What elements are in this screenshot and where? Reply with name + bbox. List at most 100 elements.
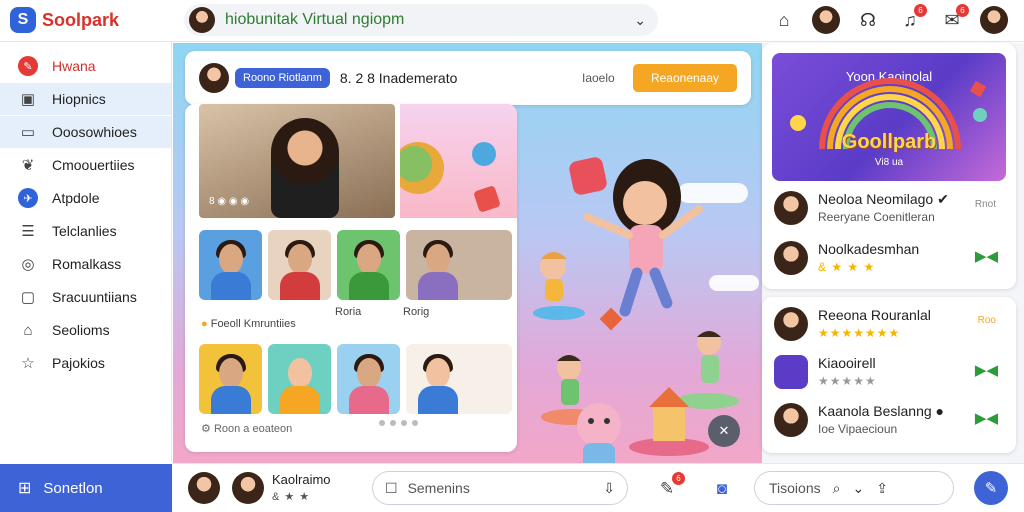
list-item[interactable]: Neoloa Neomilago ✔ Reeryane Coenitleran … — [774, 189, 1004, 229]
bell-icon[interactable]: ♫ 6 — [896, 4, 927, 34]
pager-dot[interactable] — [412, 420, 418, 426]
sidebar-bottom-button[interactable]: ⊞ Sonetlon — [0, 464, 172, 512]
join-button[interactable]: Reaonenaay — [633, 64, 737, 92]
current-user-avatar[interactable] — [232, 472, 264, 504]
reaction-badge: 6 — [672, 472, 685, 485]
participant-video — [271, 118, 339, 218]
profile-avatar[interactable] — [980, 6, 1008, 34]
star-icon: ☆ — [21, 355, 35, 372]
main-video-tile[interactable]: 8 ◉ ◉ ◉ — [199, 104, 395, 218]
folder-icon: ▭ — [20, 124, 36, 141]
sidebar-item-seolioms[interactable]: ⌂ Seolioms — [0, 314, 171, 346]
participant-tile[interactable] — [406, 230, 512, 300]
home-icon: ⌂ — [23, 321, 33, 339]
translate-bar[interactable]: Tisoions ⌕ ⌄ ⇪ — [754, 471, 954, 505]
sidebar-item-hwana[interactable]: ✎ Hwana — [0, 50, 171, 82]
avatar[interactable] — [188, 472, 220, 504]
share-icon[interactable]: ⇪ — [876, 480, 888, 497]
tag-icon[interactable]: ⌕ — [833, 480, 841, 497]
message-input[interactable]: ☐ Semenins ⇩ — [372, 471, 628, 505]
pager-dots[interactable] — [379, 420, 418, 426]
chat-icon[interactable]: ✉ 6 — [938, 4, 969, 34]
app-icon — [774, 355, 808, 389]
join-icon[interactable]: ▶◀ — [975, 361, 998, 379]
content-tile[interactable] — [268, 344, 331, 414]
board-icon: ▣ — [20, 91, 36, 108]
item-rating: & ★ ★ ★ — [818, 260, 876, 274]
reaction-icon[interactable]: ✎ 6 — [652, 472, 685, 504]
logo[interactable]: S Soolpark — [10, 7, 119, 33]
sidebar-item-cmoouertiies[interactable]: ❦ Cmoouertiies — [0, 149, 171, 181]
translate-label: Tisoions — [769, 480, 821, 496]
participants-row — [199, 230, 512, 300]
sidebar-item-telclanlies[interactable]: ☰ Telclanlies — [0, 215, 171, 247]
avatar[interactable] — [812, 6, 840, 34]
search-input[interactable]: hiobunitak Virtual ngiopm — [225, 11, 634, 29]
item-name: Noolkadesmhan — [818, 241, 920, 257]
item-name: Kaanola Beslanng ● — [818, 403, 944, 419]
participant-tile[interactable] — [268, 230, 331, 300]
pager-dot[interactable] — [379, 420, 385, 426]
sidebar-item-label: Hiopnics — [52, 91, 106, 107]
participant-tile[interactable] — [199, 230, 262, 300]
upload-icon[interactable]: ⇩ — [603, 480, 615, 497]
item-sub: Reeryane Coenitleran — [818, 210, 935, 224]
logo-mark: S — [10, 7, 36, 33]
close-icon[interactable]: ✕ — [708, 415, 740, 447]
sidebar-item-label: Hwana — [52, 58, 96, 74]
chevron-down-icon[interactable]: ⌄ — [852, 480, 864, 497]
banner-card: Yoon Kaoinolal Goollparb Vi8 ua Neoloa N… — [762, 43, 1016, 289]
sidebar-item-ooosowhioes[interactable]: ▭ Ooosowhioes — [0, 116, 171, 148]
members-card: Reeona Rouranlal ★★★★★★★ Roo Kiaooirell … — [762, 297, 1016, 453]
home-icon[interactable]: ⌂ — [770, 6, 798, 34]
search-bar[interactable]: hiobunitak Virtual ngiopm ⌄ — [184, 4, 658, 36]
promo-banner[interactable]: Yoon Kaoinolal Goollparb Vi8 ua — [772, 53, 1006, 181]
session-pill[interactable]: Roono Riotlanm — [235, 68, 330, 88]
headset-icon[interactable]: ☊ — [854, 6, 882, 34]
sidebar-item-romalkass[interactable]: ◎ Romalkass — [0, 248, 171, 280]
content-tile[interactable] — [199, 344, 262, 414]
compass-icon: ◎ — [21, 256, 35, 273]
sidebar-item-pajokios[interactable]: ☆ Pajokios — [0, 347, 171, 379]
item-sub: Ioe Vipaecioun — [818, 422, 898, 436]
join-icon[interactable]: ▶◀ — [975, 409, 998, 427]
join-icon[interactable]: ▶◀ — [975, 247, 998, 265]
avatar — [774, 241, 808, 275]
participant-tile[interactable] — [337, 230, 400, 300]
list-item[interactable]: Kaanola Beslanng ● Ioe Vipaecioun ▶◀ — [774, 401, 1004, 441]
top-bar: S Soolpark hiobunitak Virtual ngiopm ⌄ ⌂… — [0, 0, 1024, 42]
item-name: Kiaooirell — [818, 355, 876, 371]
sidebar-bottom-label: Sonetlon — [43, 479, 103, 497]
item-action[interactable]: Roo — [978, 315, 996, 326]
avatar — [189, 7, 215, 33]
room-footer: ⚙ Roon a eoateon — [201, 422, 292, 435]
brand-icon: ✎ — [18, 56, 38, 76]
mute-label[interactable]: Iaoelo — [582, 71, 615, 85]
sidebar-item-label: Sracuuntiians — [52, 289, 137, 305]
content-tile[interactable] — [406, 344, 512, 414]
room-footer-text: Roon a eoateon — [213, 423, 293, 435]
item-name: Neoloa Neomilago ✔ — [818, 191, 949, 207]
mic-button[interactable]: ✎ — [974, 471, 1008, 505]
content-row — [199, 344, 512, 414]
session-title: 8. 2 8 Inademerato — [339, 70, 458, 86]
participant-name: Roria — [335, 306, 362, 318]
person-icon[interactable]: ◙ — [707, 474, 737, 504]
avatar[interactable] — [199, 63, 229, 93]
pager-dot[interactable] — [390, 420, 396, 426]
list-item[interactable]: Reeona Rouranlal ★★★★★★★ Roo — [774, 305, 1004, 345]
current-user-rating: & ★ ★ — [272, 491, 311, 503]
pager-dot[interactable] — [401, 420, 407, 426]
sidebar-item-sracuuntiians[interactable]: ▢ Sracuuntiians — [0, 281, 171, 313]
content-tile[interactable] — [337, 344, 400, 414]
list-item[interactable]: Noolkadesmhan & ★ ★ ★ ▶◀ — [774, 239, 1004, 279]
item-rating: ★★★★★ — [818, 374, 877, 388]
video-panel: 8 ◉ ◉ ◉ ● Foeoll Kmruntiies Roria Rorig … — [185, 104, 517, 452]
chevron-down-icon[interactable]: ⌄ — [634, 12, 646, 29]
list-item[interactable]: Kiaooirell ★★★★★ ▶◀ — [774, 353, 1004, 393]
plane-icon: ✈ — [18, 188, 38, 208]
item-action[interactable]: Rnot — [975, 199, 996, 210]
sidebar-item-hiopnics[interactable]: ▣ Hiopnics — [0, 83, 171, 115]
balloons-tile[interactable] — [400, 104, 517, 218]
sidebar-item-atpdole[interactable]: ✈ Atpdole — [0, 182, 171, 214]
